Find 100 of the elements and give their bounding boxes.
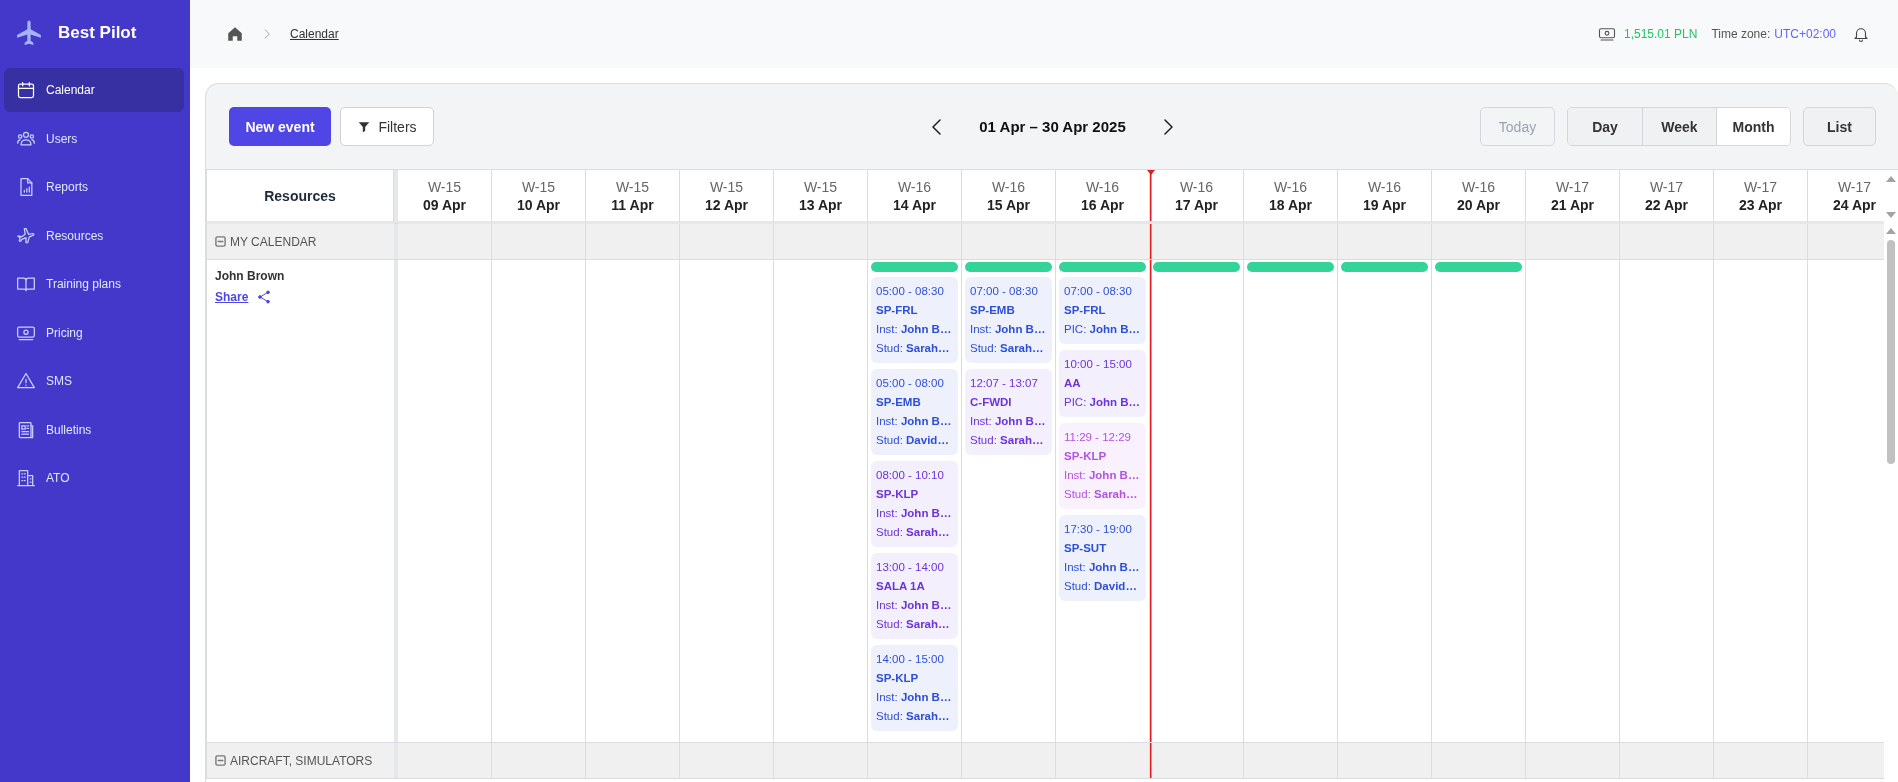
day-cell[interactable] (680, 260, 774, 743)
filters-button[interactable]: Filters (340, 107, 434, 146)
day-date: 19 Apr (1362, 196, 1407, 213)
breadcrumb-link[interactable]: Calendar (290, 27, 339, 41)
day-cell[interactable]: 07:00 - 08:30 SP-EMB Inst: John B… Stud: Sarah… 12:07 - 13:07 C-FWDI Inst: John B… Stud: Sarah… (962, 260, 1056, 743)
day-date: 14 Apr (892, 196, 937, 213)
sidebar-item[interactable]: Resources (4, 213, 184, 258)
event-detail: Stud: Sarah… (970, 341, 1045, 356)
day-date: 22 Apr (1644, 196, 1689, 213)
warning-icon (16, 371, 36, 391)
event-card[interactable]: 13:00 - 14:00 SALA 1A Inst: John B… Stud: Sarah… (871, 553, 958, 639)
group-header[interactable]: AIRCRAFT, SIMULATORS (206, 743, 394, 779)
event-card[interactable]: 10:00 - 15:00 AA PIC: John B… (1059, 350, 1146, 417)
list-view-button[interactable]: List (1803, 107, 1876, 146)
event-code: SP-EMB (876, 395, 922, 410)
event-card[interactable]: 12:07 - 13:07 C-FWDI Inst: John B… Stud: Sarah… (965, 369, 1052, 455)
event-detail: Stud: Sarah… (876, 341, 951, 356)
event-detail: Inst: John B… (970, 322, 1047, 337)
week-label: W-16 (1179, 178, 1214, 195)
week-label: W-16 (1461, 178, 1496, 195)
day-cell[interactable] (774, 260, 868, 743)
day-cell[interactable] (398, 260, 492, 743)
event-code: SP-SUT (1064, 541, 1108, 556)
event-card[interactable]: 11:29 - 12:29 SP-KLP Inst: John B… Stud: Sarah… (1059, 423, 1146, 509)
view-tab[interactable]: Month (1716, 108, 1790, 145)
sidebar-item[interactable]: Training plans (4, 262, 184, 306)
week-label: W-17 (1555, 178, 1590, 195)
day-cell[interactable] (586, 260, 680, 743)
event-detail: Inst: John B… (970, 414, 1047, 429)
share-link[interactable]: Share (215, 290, 249, 304)
day-cell[interactable] (1150, 260, 1244, 743)
event-card[interactable]: 05:00 - 08:30 SP-FRL Inst: John B… Stud: Sarah… (871, 277, 958, 363)
event-time: 17:30 - 19:00 (1064, 522, 1133, 537)
event-detail: Stud: Sarah… (1064, 487, 1139, 502)
day-date: 10 Apr (516, 196, 561, 213)
event-time: 10:00 - 15:00 (1064, 357, 1133, 372)
day-cell[interactable] (1620, 260, 1714, 743)
sidebar-item[interactable]: ATO (4, 456, 184, 500)
new-event-button[interactable]: New event (229, 107, 331, 146)
event-detail: Stud: Sarah… (876, 709, 951, 724)
day-cell[interactable] (868, 260, 962, 743)
scrollbar-thumb[interactable] (1887, 240, 1895, 464)
day-cell[interactable] (1432, 260, 1526, 743)
timezone-value[interactable]: UTC+02:00 (1774, 27, 1836, 41)
event-card[interactable]: 17:30 - 19:00 SP-SUT Inst: John B… Stud: David… (1059, 515, 1146, 601)
event-time: 08:00 - 10:10 (876, 468, 945, 483)
date-range: 01 Apr – 30 Apr 2025 (979, 118, 1126, 135)
day-date: 12 Apr (704, 196, 749, 213)
collapse-icon (215, 755, 226, 766)
airplane-logo-icon (14, 18, 44, 48)
event-code: C-FWDI (970, 395, 1013, 410)
collapse-icon (215, 236, 226, 247)
week-label: W-16 (1085, 178, 1120, 195)
event-time: 07:00 - 08:30 (1064, 284, 1133, 299)
event-card[interactable]: 08:00 - 10:10 SP-KLP Inst: John B… Stud: Sarah… (871, 461, 958, 547)
sidebar-item[interactable]: Bulletins (4, 407, 184, 452)
event-detail: Inst: John B… (1064, 468, 1141, 483)
event-code: SP-EMB (970, 303, 1016, 318)
event-card[interactable]: 14:00 - 15:00 SP-KLP Inst: John B… Stud: Sarah… (871, 645, 958, 731)
event-detail: Inst: John B… (876, 598, 953, 613)
day-cell[interactable]: 07:00 - 08:30 SP-FRL PIC: John B… 10:00 - 15:00 AA PIC: John B… 11:29 - 12:29 SP-KLP Inst: John B… Stud: Sarah… 17:30 - 19:00 SP-SUT Inst: John B… Stud: David… (1056, 260, 1150, 743)
day-cell[interactable] (1338, 260, 1432, 743)
day-date: 23 Apr (1738, 196, 1783, 213)
timezone-label: Time zone: (1711, 27, 1771, 41)
event-detail: Inst: John B… (876, 322, 953, 337)
day-date: 09 Apr (422, 196, 467, 213)
sidebar-item[interactable]: Users (4, 116, 184, 161)
event-card[interactable]: 05:00 - 08:00 SP-EMB Inst: John B… Stud: David… (871, 369, 958, 455)
week-label: W-15 (709, 178, 744, 195)
balance-amount: 1,515.01 PLN (1624, 27, 1698, 41)
day-date: 21 Apr (1550, 196, 1595, 213)
home-icon (226, 25, 244, 43)
newspaper-icon (16, 419, 36, 440)
group-header[interactable]: MY CALENDAR (206, 224, 394, 260)
day-cell[interactable] (1244, 260, 1338, 743)
sidebar-item[interactable]: Reports (4, 165, 184, 209)
chevron-right-icon (1162, 118, 1173, 135)
week-label: W-15 (803, 178, 838, 195)
event-code: SALA 1A (876, 579, 926, 594)
sidebar-item[interactable]: Calendar (4, 68, 184, 112)
week-label: W-16 (897, 178, 932, 195)
event-detail: PIC: John B… (1064, 395, 1141, 410)
day-cell[interactable] (1714, 260, 1808, 743)
building-icon (16, 468, 36, 488)
event-time: 05:00 - 08:00 (876, 376, 945, 391)
event-detail: Inst: John B… (876, 690, 953, 705)
day-cell[interactable] (1526, 260, 1620, 743)
group-label: MY CALENDAR (230, 234, 317, 249)
sidebar-item[interactable]: SMS (4, 359, 184, 403)
event-code: SP-FRL (1064, 303, 1107, 318)
sidebar-item[interactable]: Pricing (4, 310, 184, 355)
share-icon (256, 289, 273, 305)
day-date: 24 Apr (1832, 196, 1877, 213)
event-detail: Stud: Sarah… (876, 525, 951, 540)
resources-heading: Resources (264, 187, 336, 204)
event-card[interactable]: 07:00 - 08:30 SP-EMB Inst: John B… Stud: Sarah… (965, 277, 1052, 363)
day-cell[interactable] (492, 260, 586, 743)
event-card[interactable]: 07:00 - 08:30 SP-FRL PIC: John B… (1059, 277, 1146, 344)
week-label: W-16 (991, 178, 1026, 195)
event-detail: PIC: John B… (1064, 322, 1141, 337)
